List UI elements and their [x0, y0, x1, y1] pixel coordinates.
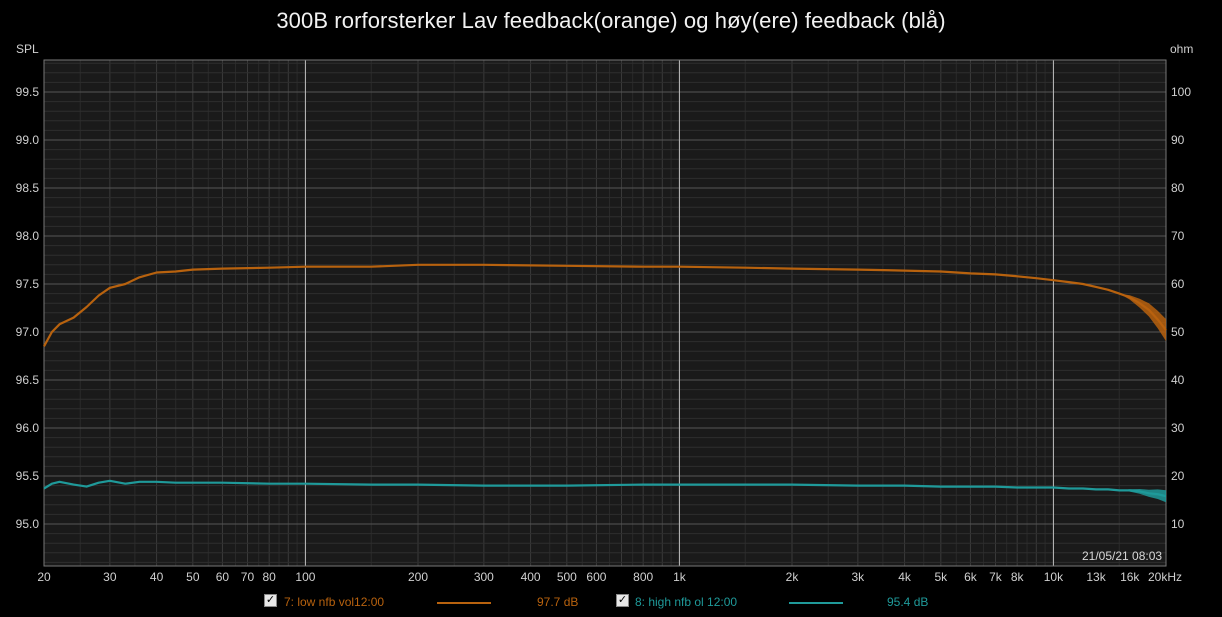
- x-tick-label: 200: [408, 570, 428, 584]
- x-tick-label: 30: [103, 570, 117, 584]
- x-tick-label: 3k: [852, 570, 866, 584]
- y-right-tick-label: 70: [1171, 229, 1185, 243]
- y-right-tick-label: 60: [1171, 277, 1185, 291]
- x-tick-label: 800: [633, 570, 653, 584]
- y-tick-label: 97.0: [16, 325, 40, 339]
- x-tick-label: 40: [150, 570, 164, 584]
- legend-value-low-nfb: 97.7 dB: [537, 595, 579, 609]
- x-tick-label: 300: [474, 570, 494, 584]
- y-right-tick-label: 50: [1171, 325, 1185, 339]
- legend-label-high-nfb: 8: high nfb ol 12:00: [635, 595, 738, 609]
- x-tick-label: 50: [186, 570, 200, 584]
- x-tick-label: 7k: [989, 570, 1003, 584]
- legend-value-high-nfb: 95.4 dB: [887, 595, 929, 609]
- x-tick-label: 80: [262, 570, 276, 584]
- right-axis-label: ohm: [1170, 42, 1193, 56]
- y-right-tick-label: 80: [1171, 181, 1185, 195]
- x-tick-label: 500: [557, 570, 577, 584]
- legend-checkbox-low-nfb[interactable]: ✓: [264, 594, 277, 607]
- legend-swatch-low-nfb: [437, 602, 491, 604]
- legend-label-low-nfb: 7: low nfb vol12:00: [284, 595, 385, 609]
- legend-swatch-high-nfb: [789, 602, 843, 604]
- y-tick-label: 96.5: [16, 373, 40, 387]
- y-right-tick-label: 90: [1171, 133, 1185, 147]
- y-right-tick-label: 30: [1171, 421, 1185, 435]
- legend: ✓ 7: low nfb vol12:00 97.7 dB ✓ 8: high …: [0, 594, 1222, 612]
- y-tick-label: 99.0: [16, 133, 40, 147]
- x-tick-label: 5k: [934, 570, 948, 584]
- x-tick-label: 70: [241, 570, 255, 584]
- y-right-tick-label: 10: [1171, 517, 1185, 531]
- y-right-tick-label: 100: [1171, 85, 1191, 99]
- y-tick-label: 98.5: [16, 181, 40, 195]
- x-tick-label: 1k: [673, 570, 687, 584]
- timestamp: 21/05/21 08:03: [1082, 549, 1163, 563]
- x-tick-label: 10k: [1044, 570, 1064, 584]
- x-tick-label: 2k: [786, 570, 800, 584]
- frequency-response-chart: 20 30 40 50 60 70 80 100 200 300 400 500 600 800 1k 2k 3…: [16, 42, 1194, 584]
- x-tick-label: 8k: [1011, 570, 1025, 584]
- x-tick-label: 60: [216, 570, 230, 584]
- x-tick-label: 600: [586, 570, 606, 584]
- y-tick-label: 97.5: [16, 277, 40, 291]
- left-axis-label: SPL: [16, 42, 39, 56]
- x-tick-label: 13k: [1086, 570, 1106, 584]
- x-tick-label: 6k: [964, 570, 978, 584]
- y-tick-label: 95.0: [16, 517, 40, 531]
- x-tick-label: 20kHz: [1148, 570, 1182, 584]
- legend-checkbox-high-nfb[interactable]: ✓: [616, 594, 629, 607]
- y-tick-label: 99.5: [16, 85, 40, 99]
- y-right-tick-label: 40: [1171, 373, 1185, 387]
- x-tick-label: 100: [295, 570, 315, 584]
- x-tick-label: 16k: [1120, 570, 1140, 584]
- x-tick-label: 400: [521, 570, 541, 584]
- y-tick-label: 95.5: [16, 469, 40, 483]
- x-tick-label: 20: [37, 570, 51, 584]
- y-tick-label: 98.0: [16, 229, 40, 243]
- y-right-tick-label: 20: [1171, 469, 1185, 483]
- x-tick-label: 4k: [898, 570, 912, 584]
- y-tick-label: 96.0: [16, 421, 40, 435]
